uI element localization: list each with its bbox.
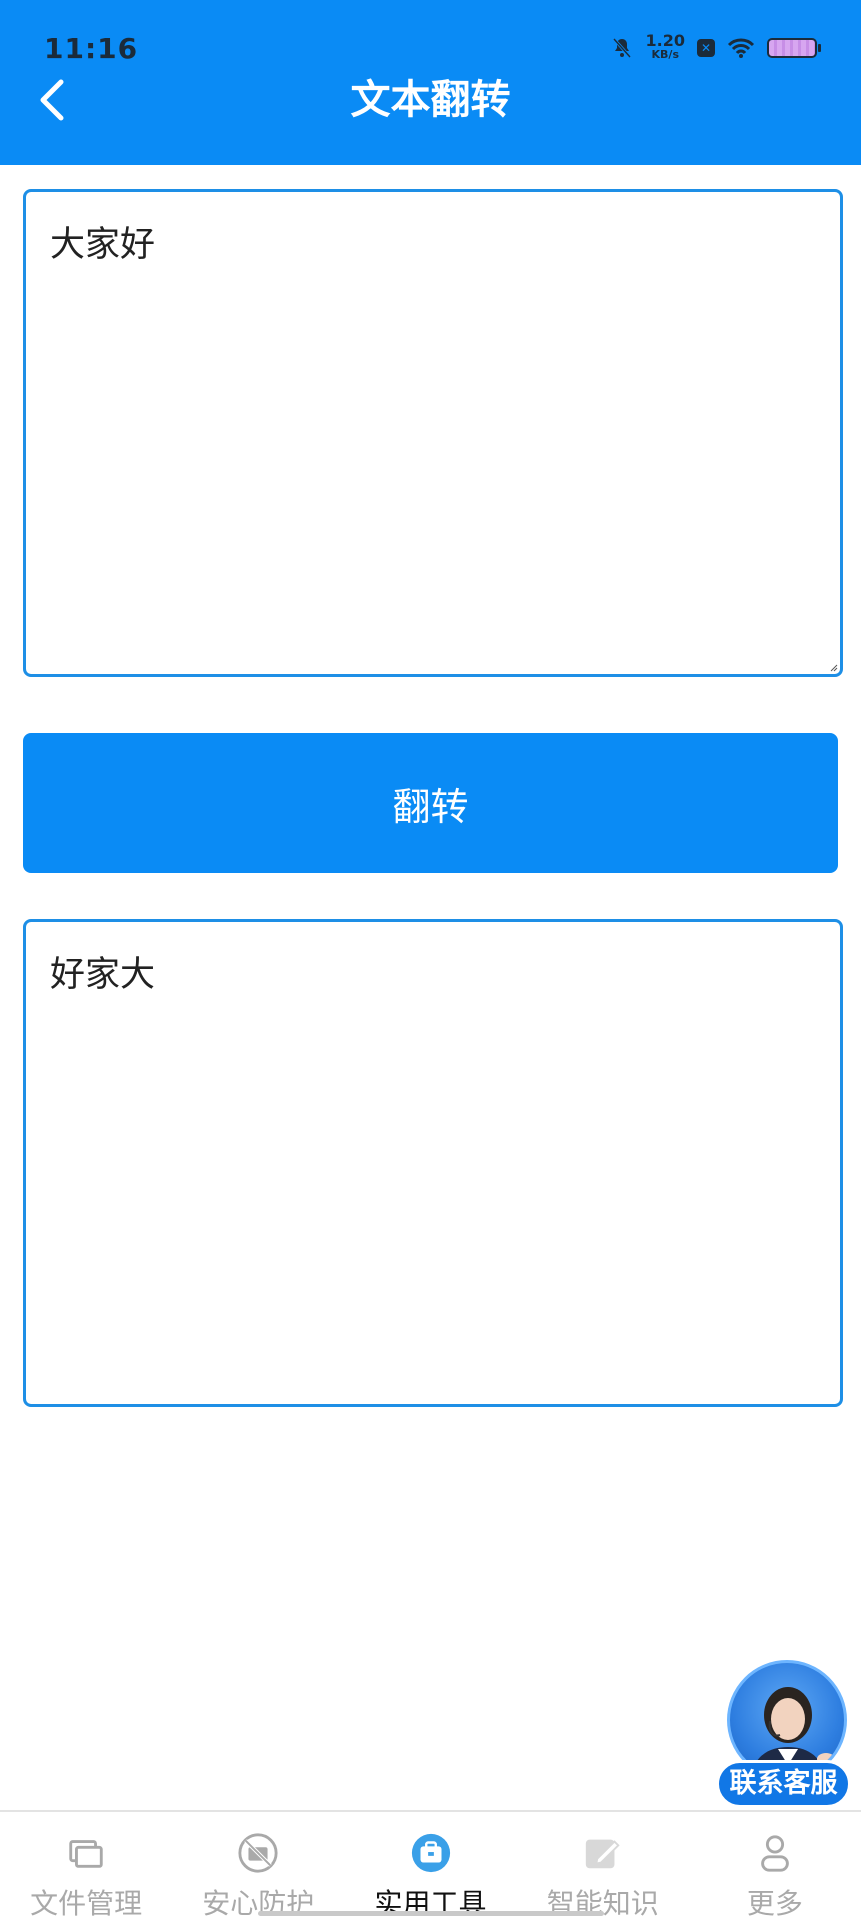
status-icons: 1.20 KB/s ✕	[610, 31, 821, 62]
tab-label: 实用工具	[374, 1887, 487, 1920]
tab-label: 文件管理	[30, 1887, 143, 1920]
speed-indicator: 1.20 KB/s	[645, 31, 685, 62]
tab-safe-protection[interactable]: 安心防护	[172, 1812, 344, 1922]
input-text: 大家好	[50, 225, 156, 265]
output-textarea[interactable]: 好家大	[23, 919, 843, 1407]
resize-grip-icon[interactable]	[830, 664, 838, 672]
battery-icon	[767, 38, 821, 58]
toolbox-icon	[411, 1833, 450, 1873]
wifi-icon	[727, 38, 755, 58]
tab-label: 智能知识	[546, 1887, 659, 1920]
tab-file-management[interactable]: 文件管理	[0, 1812, 172, 1922]
bottom-tab-bar: 文件管理 安心防护 实用工具 智能知识 更多	[0, 1810, 861, 1922]
home-indicator[interactable]	[258, 1911, 604, 1916]
x-app-badge-icon: ✕	[697, 39, 715, 57]
shield-camera-icon	[238, 1833, 278, 1873]
flip-button[interactable]: 翻转	[23, 733, 838, 873]
page-title: 文本翻转	[350, 77, 511, 123]
status-time: 11:16	[44, 32, 139, 65]
tab-more[interactable]: 更多	[689, 1812, 861, 1922]
tab-label: 安心防护	[202, 1887, 315, 1920]
folder-icon	[69, 1840, 103, 1868]
tab-utility-tools[interactable]: 实用工具	[344, 1812, 516, 1922]
app-header: 11:16 1.20 KB/s ✕ 文本翻转	[0, 0, 861, 165]
output-text: 好家大	[50, 955, 156, 995]
user-icon	[761, 1835, 789, 1872]
net-speed-unit: KB/s	[651, 48, 679, 61]
pencil-note-icon	[585, 1839, 620, 1869]
mute-bell-icon	[612, 38, 631, 58]
tab-smart-knowledge[interactable]: 智能知识	[517, 1812, 689, 1922]
input-textarea[interactable]: 大家好	[23, 189, 843, 677]
net-speed-value: 1.20	[645, 31, 685, 50]
customer-service-label: 联系客服	[716, 1760, 851, 1808]
tab-label: 更多	[746, 1887, 803, 1920]
customer-service-button[interactable]: 联系客服	[716, 1660, 851, 1810]
